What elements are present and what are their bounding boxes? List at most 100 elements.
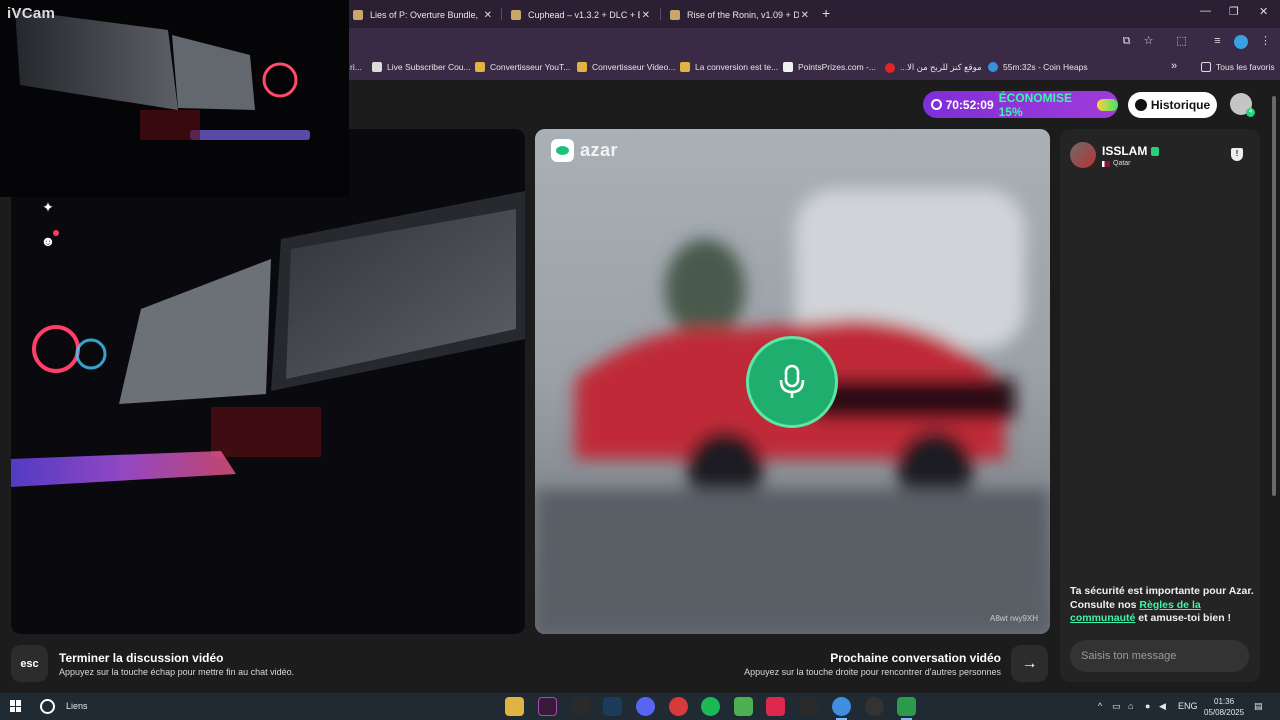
extensions-icon[interactable]: ⬚: [1175, 35, 1188, 48]
media-control-icon[interactable]: ≡: [1211, 35, 1224, 48]
install-app-icon[interactable]: ⧉: [1120, 35, 1133, 48]
local-camera-feed: [11, 191, 525, 487]
all-bookmarks-button[interactable]: Tous les favoris: [1201, 62, 1275, 72]
safety-message: Ta sécurité est importante pour Azar. Co…: [1070, 585, 1254, 624]
taskbar-search-label[interactable]: Liens: [66, 701, 88, 711]
local-camera-view: ✦ ☻: [11, 129, 525, 634]
taskbar-clock[interactable]: 01:36 05/08/2025: [1204, 696, 1244, 718]
site-favicon-icon: [511, 10, 521, 20]
azar-logo-icon: [551, 139, 574, 162]
windows-start-icon[interactable]: [10, 700, 22, 712]
savings-label: ÉCONOMISE 15%: [998, 90, 1072, 119]
file-explorer-icon[interactable]: [505, 697, 524, 716]
menu-kebab-icon[interactable]: ⋮: [1259, 35, 1272, 48]
restore-button[interactable]: ❐: [1229, 5, 1239, 18]
folder-icon: [1201, 62, 1211, 72]
message-input[interactable]: [1070, 640, 1249, 672]
azar-logo: azar: [551, 139, 618, 162]
language-indicator[interactable]: ENG: [1178, 701, 1198, 711]
microphone-icon: [779, 364, 805, 398]
premium-timer-pill[interactable]: 70:52:09 ÉCONOMISE 15%: [923, 90, 1118, 119]
app-icon[interactable]: [538, 697, 557, 716]
tab-rise-of-the-ronin[interactable]: Rise of the Ronin, v1.09 + DLC ✕: [662, 4, 817, 26]
microphone-tray-icon[interactable]: ●: [1145, 701, 1150, 711]
bookmark-star-icon[interactable]: ☆: [1142, 35, 1155, 48]
close-window-button[interactable]: ✕: [1259, 5, 1268, 18]
new-indicator-dot: [53, 230, 59, 236]
new-tab-button[interactable]: +: [822, 5, 830, 21]
bookmark-favicon-icon: [783, 62, 793, 72]
end-chat-title: Terminer la discussion vidéo: [59, 651, 224, 665]
bookmark-item[interactable]: ri...: [350, 62, 362, 72]
user-profile-avatar[interactable]: 4: [1230, 93, 1255, 117]
minimize-button[interactable]: —: [1200, 5, 1211, 17]
microphone-button[interactable]: [746, 336, 838, 428]
close-tab-icon[interactable]: ✕: [484, 10, 492, 21]
history-clock-icon: [1134, 99, 1147, 111]
end-chat-subtitle: Appuyez sur la touche échap pour mettre …: [59, 667, 295, 677]
bookmark-item[interactable]: Convertisseur YouT...: [475, 62, 570, 72]
steam-icon[interactable]: [603, 697, 622, 716]
notifications-icon[interactable]: ▤: [1254, 701, 1263, 712]
effects-sparkle-icon[interactable]: ✦: [40, 199, 56, 215]
bookmark-favicon-icon: [372, 62, 382, 72]
bookmark-item[interactable]: PointsPrizes.com -...: [783, 62, 876, 72]
bookmark-favicon-icon: [577, 62, 587, 72]
search-icon[interactable]: [40, 699, 55, 714]
tab-cuphead[interactable]: Cuphead – v1.3.2 + DLC + Bon ✕: [503, 4, 658, 26]
close-tab-icon[interactable]: ✕: [801, 10, 809, 21]
app-icon[interactable]: [865, 697, 884, 716]
page-scrollbar[interactable]: [1270, 88, 1278, 688]
report-shield-icon[interactable]: !: [1231, 148, 1243, 161]
youtube-icon: [885, 62, 895, 73]
bookmark-favicon-icon: [988, 62, 998, 72]
site-favicon-icon: [353, 10, 363, 20]
app-icon[interactable]: [669, 697, 688, 716]
discord-icon[interactable]: [636, 697, 655, 716]
peer-avatar[interactable]: [1070, 142, 1096, 168]
bookmark-item[interactable]: La conversion est te...: [680, 62, 778, 72]
qatar-flag-icon: [1102, 160, 1110, 167]
peer-name: ISSLAM: [1102, 144, 1160, 158]
end-chat-esc-button[interactable]: esc: [11, 645, 48, 682]
bookmarks-overflow-button[interactable]: »: [1171, 60, 1177, 72]
ivcam-taskbar-icon[interactable]: [897, 697, 916, 720]
ivcam-preview-window[interactable]: iVCam: [0, 0, 349, 197]
profile-avatar-icon[interactable]: [1234, 35, 1248, 49]
tab-separator: [501, 8, 502, 20]
tray-app-icon[interactable]: ▭: [1112, 701, 1121, 712]
ivcam-title: iVCam: [7, 5, 56, 22]
tray-overflow-icon[interactable]: ^: [1098, 701, 1102, 711]
bookmark-favicon-icon: [475, 62, 485, 72]
bookmark-item[interactable]: موقع كنز للربح من الا...: [885, 62, 982, 73]
tab-lies-of-p[interactable]: Lies of P: Overture Bundle, v1.8 ✕: [345, 4, 500, 26]
network-icon[interactable]: ⌂: [1128, 701, 1133, 711]
windows-taskbar: Liens ^ ▭ ⌂ ● ◀ ENG 01:36 05/08/2025 ▤: [0, 693, 1280, 720]
scrollbar-thumb[interactable]: [1272, 96, 1276, 496]
face-filter-button[interactable]: ☻: [40, 230, 59, 249]
session-id-watermark: A8wt rwy9XH: [989, 614, 1038, 623]
epic-games-icon[interactable]: [571, 697, 590, 716]
site-favicon-icon: [670, 10, 680, 20]
bookmark-item[interactable]: Live Subscriber Cou...: [372, 62, 471, 72]
app-icon[interactable]: [766, 697, 785, 716]
chat-panel: ISSLAM Qatar ! Ta sécurité est important…: [1060, 129, 1260, 682]
spotify-icon[interactable]: [701, 697, 720, 716]
remote-camera-view: azar A8wt rwy9XH: [535, 129, 1050, 634]
app-icon[interactable]: [734, 697, 753, 716]
chrome-icon[interactable]: [832, 697, 851, 720]
next-chat-title: Prochaine conversation vidéo: [830, 651, 1001, 665]
next-chat-arrow-button[interactable]: →: [1011, 645, 1048, 682]
history-button[interactable]: Historique: [1128, 92, 1217, 118]
bookmark-item[interactable]: 55m:32s - Coin Heaps: [988, 62, 1088, 72]
bookmark-favicon-icon: [680, 62, 690, 72]
tab-separator: [660, 8, 661, 20]
roblox-icon[interactable]: [799, 697, 818, 716]
notification-badge: 4: [1246, 108, 1255, 117]
clock-icon: [931, 99, 942, 110]
ivcam-preview-image: [15, 10, 310, 140]
close-tab-icon[interactable]: ✕: [642, 10, 650, 21]
verified-shield-icon: [1151, 146, 1160, 156]
volume-icon[interactable]: ◀: [1159, 701, 1166, 712]
bookmark-item[interactable]: Convertisseur Video...: [577, 62, 675, 72]
